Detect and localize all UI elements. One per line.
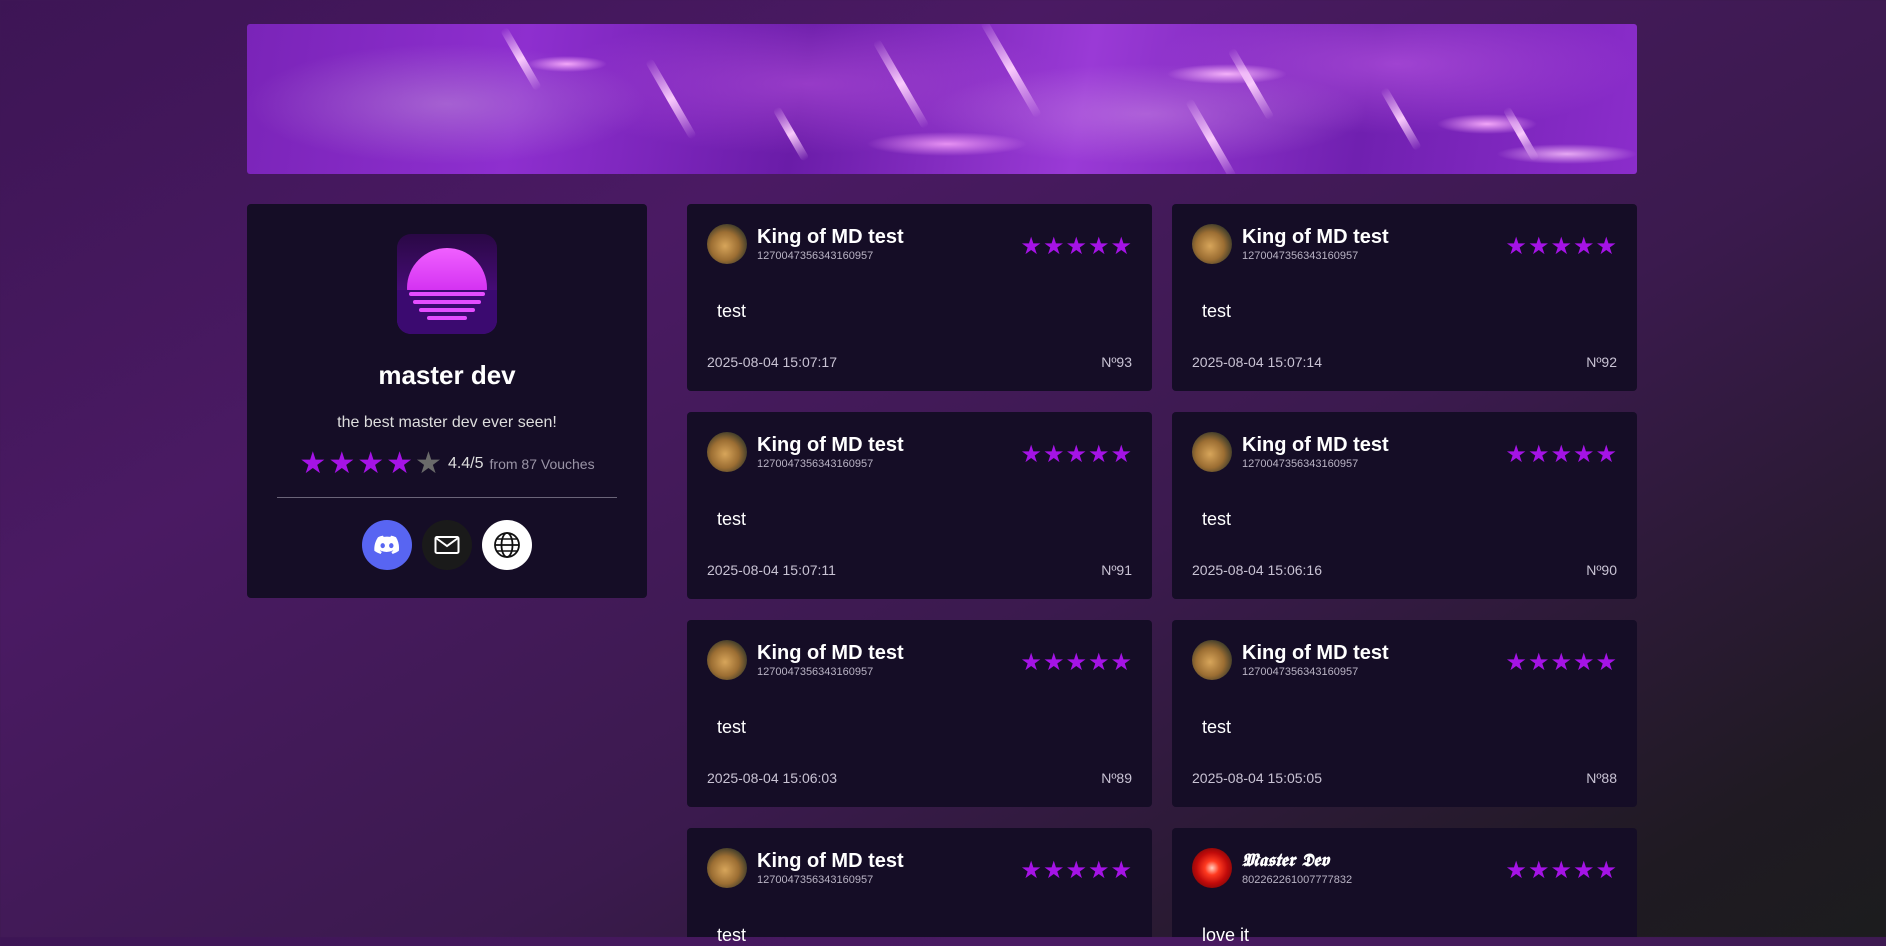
star-icon: ★ <box>386 447 414 480</box>
profile-avatar <box>397 234 497 334</box>
profile-bio: the best master dev ever seen! <box>337 414 557 431</box>
vouch-date: 2025-08-04 15:05:05 <box>1192 770 1322 786</box>
vouch-date: 2025-08-04 15:06:03 <box>707 770 837 786</box>
banner-streak <box>1227 47 1275 121</box>
vouch-card: 𝕸𝖆𝖘𝖙𝖊𝖗 𝕯𝖊𝖛 802262261007777832 ★ ★ ★ ★ ★ love… <box>1172 828 1637 945</box>
vouch-user-name: King of MD test <box>1242 433 1389 456</box>
vouch-card: King of MD test 1270047356343160957 ★ ★ ★ ★… <box>1172 620 1637 807</box>
user-avatar <box>707 224 747 264</box>
vouch-number: Nº90 <box>1586 562 1617 578</box>
vouch-count: from 87 Vouches <box>489 456 595 472</box>
vouch-card: King of MD test 1270047356343160957 ★ ★ ★ ★… <box>687 828 1152 945</box>
mail-icon <box>434 536 460 554</box>
vouch-text: test <box>717 717 747 737</box>
vouch-rating: ★ ★ ★ ★ ★ <box>1020 233 1132 260</box>
rating-score: 4.4/5 <box>447 455 484 472</box>
vouch-user-name: King of MD test <box>757 225 904 248</box>
banner-streak <box>872 38 930 130</box>
user-avatar <box>1192 432 1232 472</box>
vouch-user-id: 1270047356343160957 <box>757 665 874 678</box>
banner-streak <box>772 106 810 162</box>
vouch-text: test <box>717 509 747 529</box>
vouch-rating: ★ ★ ★ ★ ★ <box>1505 857 1617 884</box>
vouch-card: King of MD test 1270047356343160957 ★ ★ ★ ★… <box>687 204 1152 391</box>
vouch-card: King of MD test 1270047356343160957 ★ ★ ★ ★… <box>1172 412 1637 599</box>
vouch-text: test <box>1202 301 1232 321</box>
vouch-card: King of MD test 1270047356343160957 ★ ★ ★ ★… <box>687 620 1152 807</box>
vouch-text: test <box>1202 509 1232 529</box>
banner-streak <box>1502 106 1540 162</box>
vouch-rating: ★ ★ ★ ★ ★ <box>1505 233 1617 260</box>
vouch-card: King of MD test 1270047356343160957 ★ ★ ★ ★… <box>687 412 1152 599</box>
banner-streak <box>1380 86 1422 152</box>
user-avatar <box>1192 640 1232 680</box>
vouch-user-name: King of MD test <box>1242 225 1389 248</box>
vouch-user-id: 1270047356343160957 <box>1242 249 1359 262</box>
star-icon: ★ <box>328 447 356 480</box>
vouch-user-id: 1270047356343160957 <box>757 873 874 886</box>
banner-streak <box>500 26 542 92</box>
vouch-user-id: 1270047356343160957 <box>757 457 874 470</box>
user-avatar <box>707 848 747 888</box>
vouch-user-id: 1270047356343160957 <box>757 249 874 262</box>
vouch-rating: ★ ★ ★ ★ ★ <box>1020 441 1132 468</box>
vouch-user-id: 1270047356343160957 <box>1242 457 1359 470</box>
vouch-rating: ★ ★ ★ ★ ★ <box>1020 857 1132 884</box>
vouch-text: test <box>717 301 747 321</box>
divider <box>277 497 617 498</box>
vouch-user-name: King of MD test <box>757 641 904 664</box>
vouch-date: 2025-08-04 15:07:17 <box>707 354 837 370</box>
star-icon: ★ <box>299 447 327 480</box>
vouch-date: 2025-08-04 15:07:11 <box>707 562 836 578</box>
vouch-date: 2025-08-04 15:06:16 <box>1192 562 1322 578</box>
vouch-rating: ★ ★ ★ ★ ★ <box>1505 649 1617 676</box>
vouch-user-name: 𝕸𝖆𝖘𝖙𝖊𝖗 𝕯𝖊𝖛 <box>1242 849 1330 871</box>
banner-streak <box>645 58 697 140</box>
banner-streak <box>980 24 1042 119</box>
vouch-rating: ★ ★ ★ ★ ★ <box>1505 441 1617 468</box>
profile-name: master dev <box>378 360 516 390</box>
vouch-card: King of MD test 1270047356343160957 ★ ★ ★ ★… <box>1172 204 1637 391</box>
vouch-number: Nº91 <box>1101 562 1132 578</box>
vouch-user-name: King of MD test <box>757 849 904 872</box>
vouch-number: Nº93 <box>1101 354 1132 370</box>
star-empty-icon: ★ <box>415 447 442 480</box>
vouch-number: Nº89 <box>1101 770 1132 786</box>
user-avatar <box>707 640 747 680</box>
vouch-user-name: King of MD test <box>757 433 904 456</box>
user-avatar <box>1192 848 1232 888</box>
vouch-text: test <box>717 925 747 945</box>
profile-card: master dev the best master dev ever seen… <box>247 204 647 598</box>
banner-streak <box>1185 98 1237 174</box>
discord-icon <box>374 535 400 554</box>
vouch-user-name: King of MD test <box>1242 641 1389 664</box>
vouch-number: Nº88 <box>1586 770 1617 786</box>
vouch-rating: ★ ★ ★ ★ ★ <box>1020 649 1132 676</box>
vouch-user-id: 802262261007777832 <box>1242 873 1353 886</box>
website-button[interactable] <box>482 520 532 570</box>
vouch-text: test <box>1202 717 1232 737</box>
vouch-user-id: 1270047356343160957 <box>1242 665 1359 678</box>
email-button[interactable] <box>422 520 472 570</box>
vouch-text: love it <box>1202 925 1250 945</box>
user-avatar <box>1192 224 1232 264</box>
profile-banner <box>247 24 1637 174</box>
vouch-date: 2025-08-04 15:07:14 <box>1192 354 1322 370</box>
globe-icon <box>494 532 520 558</box>
user-avatar <box>707 432 747 472</box>
profile-rating: ★ ★ ★ ★ ★ 4.4/5 from 87 Vouches <box>247 449 647 479</box>
discord-button[interactable] <box>362 520 412 570</box>
vouch-number: Nº92 <box>1586 354 1617 370</box>
star-icon: ★ <box>357 447 385 480</box>
